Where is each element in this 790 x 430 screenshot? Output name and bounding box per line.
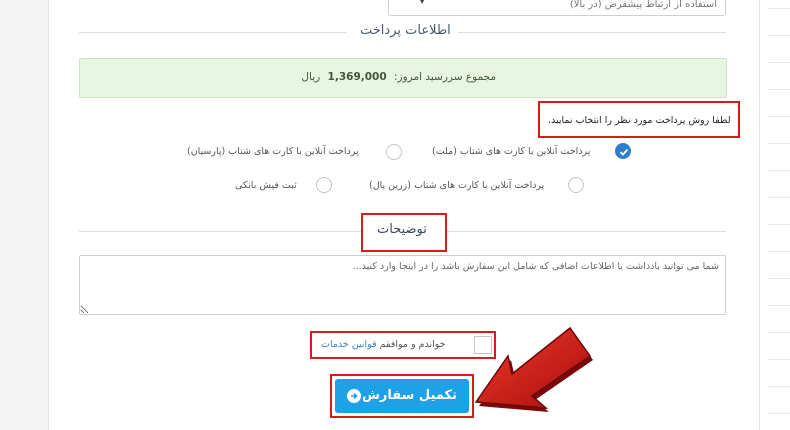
terms-label: خواندم و موافقم قوانین خدمات — [321, 339, 446, 350]
description-title: توضیحات — [377, 222, 427, 237]
payment-method-label-zarinpal[interactable]: پرداخت آنلاین با کارت های شتاب (زرین پال… — [369, 180, 544, 191]
payment-method-radio-mellat[interactable] — [615, 143, 631, 159]
section-divider-left — [79, 32, 347, 33]
total-due-amount: 1,369,000 — [327, 71, 387, 83]
arrow-circle-icon — [347, 389, 361, 403]
terms-link[interactable]: قوانین خدمات — [321, 339, 377, 350]
description-textarea[interactable] — [79, 255, 726, 315]
total-due-text: مجموع سررسید امروز: 1,369,000 ریال — [301, 71, 496, 83]
payment-method-radio-zarinpal[interactable] — [568, 177, 584, 193]
terms-text: خواندم و موافقم — [379, 339, 446, 350]
payment-method-label-mellat[interactable]: پرداخت آنلاین با کارت های شتاب (ملت) — [432, 146, 590, 157]
payment-method-label-parsian[interactable]: پرداخت آنلاین با کارت های شتاب (پارسیان) — [187, 146, 359, 157]
total-due-currency: ریال — [301, 71, 321, 83]
payment-method-label-bank-receipt[interactable]: ثبت فیش بانکی — [235, 180, 297, 191]
payment-section-title: اطلاعات پرداخت — [360, 23, 451, 38]
contact-select-value: استفاده از ارتباط پیشفرض (در بالا) — [569, 0, 717, 10]
payment-note: لطفا روش پرداخت مورد نظر را انتخاب نمایی… — [548, 115, 731, 126]
right-sidebar — [760, 0, 790, 430]
description-divider-left — [79, 231, 361, 232]
section-divider-right — [458, 32, 726, 33]
description-divider-right — [447, 231, 726, 232]
contact-select[interactable]: استفاده از ارتباط پیشفرض (در بالا) ▼ — [388, 0, 726, 16]
total-due-box: مجموع سررسید امروز: 1,369,000 ریال — [79, 58, 727, 98]
complete-order-button[interactable]: تکمیل سفارش — [335, 379, 469, 413]
checkmark-icon — [619, 148, 629, 156]
payment-method-radio-parsian[interactable] — [386, 144, 402, 160]
pointer-arrow-icon — [474, 326, 593, 412]
total-due-label: مجموع سررسید امروز: — [394, 71, 496, 83]
chevron-down-icon: ▼ — [419, 0, 426, 5]
payment-method-radio-bank-receipt[interactable] — [316, 177, 332, 193]
complete-order-label: تکمیل سفارش — [361, 388, 457, 403]
